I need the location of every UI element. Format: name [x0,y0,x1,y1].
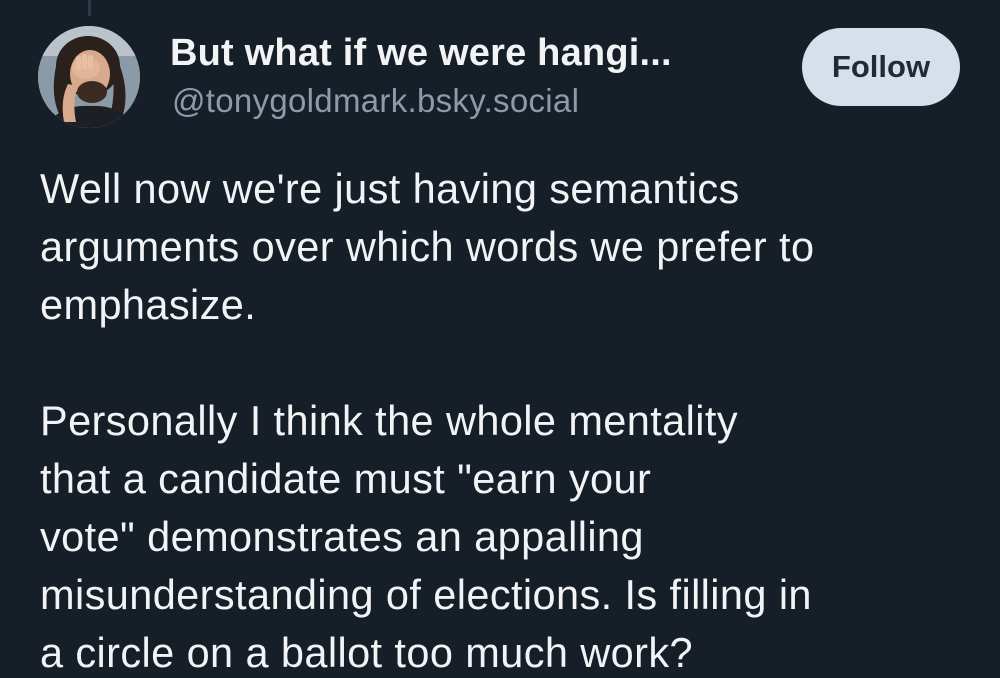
author-display-name[interactable]: But what if we were hangi... [170,32,672,75]
text-line: that a candidate must "earn your [40,455,652,502]
text-line: emphasize. [40,281,257,328]
thread-line [88,0,91,16]
post-text: Well now we're just having semantics arg… [40,160,980,678]
avatar[interactable] [38,26,140,128]
text-line: Well now we're just having semantics [40,165,740,212]
avatar-image [38,26,140,128]
post-paragraph: Personally I think the whole mentality t… [40,392,980,678]
post-card: But what if we were hangi... @tonygoldma… [0,0,1000,678]
text-line: a circle on a ballot too much work? [40,629,693,676]
text-line: misunderstanding of elections. Is fillin… [40,571,812,618]
text-line: vote" demonstrates an appalling [40,513,644,560]
text-line: arguments over which words we prefer to [40,223,815,270]
text-line: Personally I think the whole mentality [40,397,738,444]
author-handle[interactable]: @tonygoldmark.bsky.social [172,82,579,120]
post-paragraph: Well now we're just having semantics arg… [40,160,980,334]
follow-button[interactable]: Follow [802,28,960,106]
